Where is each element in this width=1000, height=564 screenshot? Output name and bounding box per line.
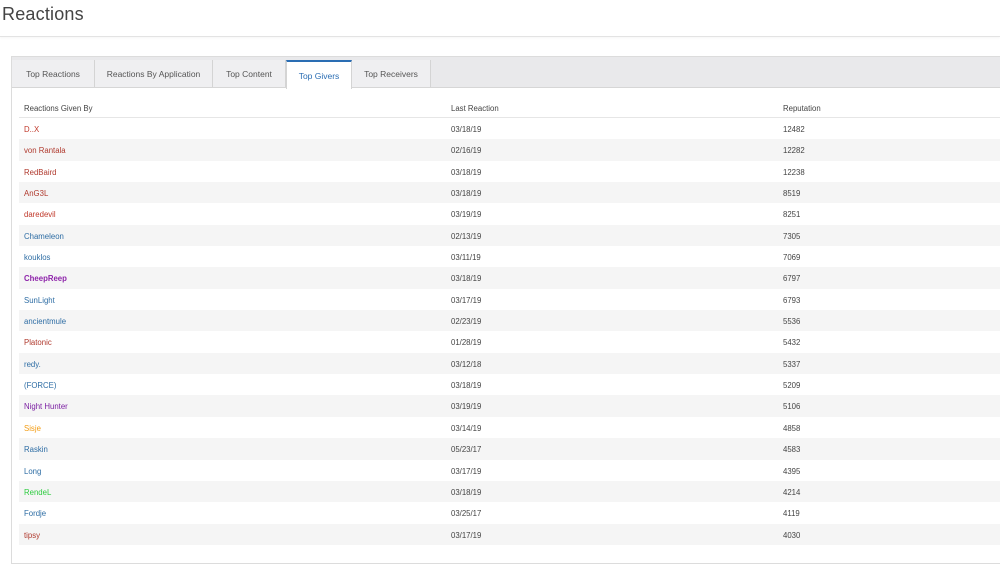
tab-reactions-by-application[interactable]: Reactions By Application: [95, 60, 213, 87]
table-row: Sisje 03/14/19 4858: [19, 417, 1000, 438]
table-header: Reactions Given By Last Reaction Reputat…: [19, 99, 1000, 118]
last-reaction-date: 03/18/19: [451, 274, 482, 284]
last-reaction-date: 02/13/19: [451, 231, 482, 241]
givers-table: Reactions Given By Last Reaction Reputat…: [19, 99, 1000, 545]
reputation-value: 8251: [783, 210, 801, 220]
user-link[interactable]: RendeL: [24, 488, 51, 497]
last-reaction-date: 05/23/17: [451, 445, 482, 455]
table-row: Night Hunter 03/19/19 5106: [19, 395, 1000, 417]
reputation-value: 4214: [783, 487, 801, 497]
table-row: Chameleon 02/13/19 7305: [19, 224, 1000, 247]
last-reaction-date: 03/17/19: [451, 295, 482, 305]
reputation-value: 4119: [783, 509, 800, 519]
reputation-value: 12482: [783, 125, 805, 134]
table-row: RedBaird 03/18/19 12238: [19, 161, 1000, 182]
user-link[interactable]: SunLight: [24, 296, 55, 305]
last-reaction-date: 03/19/19: [451, 210, 482, 220]
last-reaction-date: 03/11/19: [451, 253, 481, 263]
table-row: SunLight 03/17/19 6793: [19, 289, 1000, 310]
user-link[interactable]: tipsy: [24, 531, 40, 540]
reputation-value: 5106: [783, 402, 801, 412]
table-row: Fordje 03/25/17 4119: [19, 502, 1000, 523]
user-link[interactable]: D..X: [24, 125, 39, 134]
reputation-value: 5536: [783, 317, 801, 327]
last-reaction-date: 03/18/19: [451, 381, 482, 391]
reputation-value: 4583: [783, 445, 801, 455]
table-body: D..X 03/18/19 12482 von Rantala 02/16/19 1228…: [19, 118, 1000, 545]
reputation-value: 12282: [783, 146, 805, 156]
table-row: kouklos 03/11/19 7069: [19, 246, 1000, 267]
last-reaction-date: 03/19/19: [451, 402, 482, 412]
user-link[interactable]: kouklos: [24, 253, 50, 262]
reputation-value: 4030: [783, 530, 801, 540]
reputation-value: 4858: [783, 423, 801, 433]
table-row: tipsy 03/17/19 4030: [19, 523, 1000, 545]
reputation-value: 5432: [783, 338, 801, 348]
last-reaction-date: 03/18/19: [451, 487, 482, 497]
header-reputation[interactable]: Reputation: [783, 104, 821, 113]
page-title: Reactions: [2, 4, 84, 24]
last-reaction-date: 01/28/19: [451, 338, 482, 348]
user-link[interactable]: redy.: [24, 360, 41, 369]
header-reactions-given-by[interactable]: Reactions Given By: [24, 104, 92, 113]
last-reaction-date: 02/16/19: [451, 146, 482, 156]
user-link[interactable]: AnG3L: [24, 189, 48, 198]
user-link[interactable]: daredevil: [24, 210, 56, 219]
last-reaction-date: 02/23/19: [451, 317, 482, 327]
reputation-value: 6793: [783, 295, 801, 305]
user-link[interactable]: ancientmule: [24, 317, 66, 326]
table-row: (FORCE) 03/18/19 5209: [19, 374, 1000, 395]
table-row: daredevil 03/19/19 8251: [19, 203, 1000, 224]
user-link[interactable]: von Rantala: [24, 146, 66, 155]
table-row: ancientmule 02/23/19 5536: [19, 310, 1000, 332]
tab-top-reactions[interactable]: Top Reactions: [12, 60, 95, 87]
table-row: AnG3L 03/18/19 8519: [19, 182, 1000, 204]
last-reaction-date: 03/25/17: [451, 509, 482, 519]
reputation-value: 12238: [783, 167, 805, 177]
tab-top-givers[interactable]: Top Givers: [286, 60, 352, 89]
table-row: Platonic 01/28/19 5432: [19, 331, 1000, 352]
last-reaction-date: 03/18/19: [451, 189, 482, 199]
tab-top-content[interactable]: Top Content: [213, 60, 286, 87]
last-reaction-date: 03/14/19: [451, 423, 482, 433]
table-row: CheepReep 03/18/19 6797: [19, 267, 1000, 289]
user-link[interactable]: CheepReep: [24, 274, 67, 283]
reputation-value: 8519: [783, 189, 801, 199]
reputation-value: 6797: [783, 274, 801, 284]
tab-bar: Top Reactions Reactions By Application T…: [12, 57, 1000, 89]
table-row: RendeL 03/18/19 4214: [19, 480, 1000, 503]
page-header: Reactions: [0, 0, 1000, 37]
last-reaction-date: 03/12/18: [451, 359, 482, 369]
reputation-value: 7305: [783, 231, 801, 241]
table-row: D..X 03/18/19 12482: [19, 118, 1000, 139]
header-last-reaction[interactable]: Last Reaction: [451, 104, 499, 113]
table-row: redy. 03/12/18 5337: [19, 352, 1000, 375]
user-link[interactable]: Raskin: [24, 445, 48, 454]
user-link[interactable]: (FORCE): [24, 381, 56, 390]
user-link[interactable]: Platonic: [24, 338, 52, 347]
tab-top-receivers[interactable]: Top Receivers: [352, 60, 431, 87]
last-reaction-date: 03/17/19: [451, 466, 482, 476]
reactions-panel: Top Reactions Reactions By Application T…: [11, 56, 1000, 564]
user-link[interactable]: Long: [24, 467, 41, 476]
user-link[interactable]: Fordje: [24, 509, 46, 518]
last-reaction-date: 03/18/19: [451, 125, 482, 134]
user-link[interactable]: RedBaird: [24, 168, 57, 177]
user-link[interactable]: Chameleon: [24, 232, 64, 241]
last-reaction-date: 03/18/19: [451, 167, 482, 177]
last-reaction-date: 03/17/19: [451, 530, 482, 540]
reputation-value: 7069: [783, 253, 801, 263]
reputation-value: 4395: [783, 466, 801, 476]
user-link[interactable]: Sisje: [24, 424, 41, 433]
table-row: Long 03/17/19 4395: [19, 460, 1000, 481]
reputation-value: 5209: [783, 381, 801, 391]
table-row: von Rantala 02/16/19 12282: [19, 139, 1000, 161]
table-row: Raskin 05/23/17 4583: [19, 438, 1000, 460]
reputation-value: 5337: [783, 359, 801, 369]
user-link[interactable]: Night Hunter: [24, 402, 68, 411]
